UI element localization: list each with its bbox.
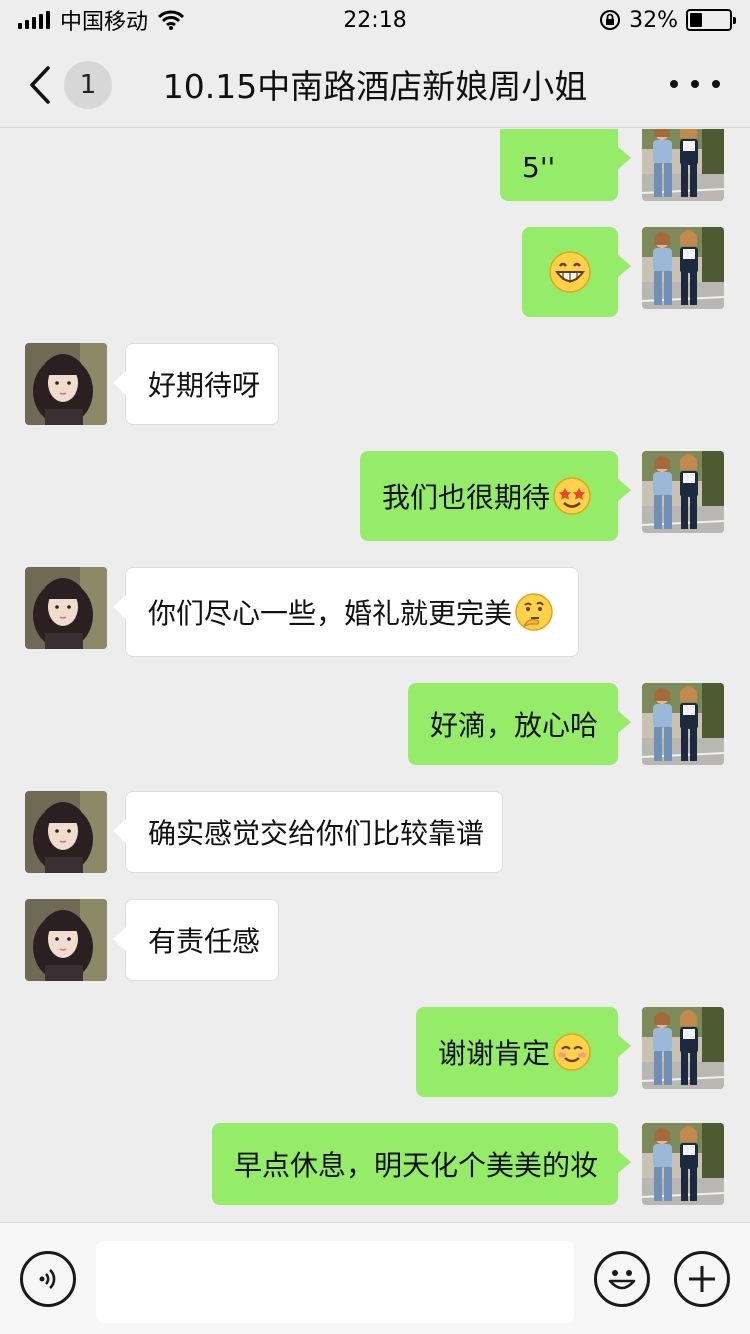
- voice-icon[interactable]: [20, 1251, 76, 1307]
- input-bar: [0, 1222, 750, 1334]
- blush-emoji-icon: [553, 1033, 591, 1071]
- carrier-label: 中国移动: [60, 10, 149, 35]
- battery-fill: [690, 13, 703, 27]
- orientation-lock-icon: [600, 10, 621, 30]
- message-bubble[interactable]: 谢谢肯定: [416, 1007, 631, 1097]
- message-bubble[interactable]: 好滴，放心哈: [408, 683, 631, 765]
- my-avatar[interactable]: [642, 451, 724, 533]
- wifi-icon: [158, 10, 185, 30]
- battery-percent: 32%: [629, 7, 678, 33]
- my-avatar[interactable]: [642, 1123, 724, 1205]
- my-avatar[interactable]: [642, 227, 724, 309]
- message-input[interactable]: [96, 1241, 574, 1323]
- my-avatar[interactable]: [642, 683, 724, 765]
- my-avatar[interactable]: [642, 1007, 724, 1089]
- chat-screen: 中国移动 22:18 32% 1 10.15中南路酒店新娘周小姐 5'' 好期待…: [0, 0, 750, 1334]
- message-text: 好期待呀: [148, 369, 261, 402]
- message-text: 我们也很期待: [382, 481, 551, 514]
- message-list[interactable]: 5'' 好期待呀 我们也很期待 你们尽心一些，婚礼就更完美 好滴，放心哈 确实感…: [0, 129, 750, 1222]
- message-bubble[interactable]: 好期待呀: [113, 343, 279, 425]
- more-icon[interactable]: [670, 66, 720, 102]
- grin-emoji-icon: [549, 251, 591, 293]
- signal-icon: [18, 11, 50, 29]
- status-bar: 中国移动 22:18 32%: [0, 0, 750, 40]
- message-text: 好滴，放心哈: [430, 709, 599, 742]
- my-avatar[interactable]: [642, 129, 724, 201]
- plus-icon[interactable]: [674, 1251, 730, 1307]
- message-bubble[interactable]: 你们尽心一些，婚礼就更完美: [113, 567, 579, 657]
- chat-title: 10.15中南路酒店新娘周小姐: [162, 67, 588, 106]
- nav-bar: 1 10.15中南路酒店新娘周小姐: [0, 40, 750, 128]
- battery-icon: [686, 9, 736, 31]
- message-text: 你们尽心一些，婚礼就更完美: [148, 597, 513, 630]
- message-bubble[interactable]: 5'': [500, 129, 631, 201]
- thinking-emoji-icon: [515, 593, 553, 631]
- message-bubble[interactable]: 我们也很期待: [360, 451, 631, 541]
- back-chevron-icon: [30, 66, 50, 104]
- message-text: 早点休息，明天化个美美的妆: [234, 1149, 599, 1182]
- contact-avatar[interactable]: [25, 899, 107, 981]
- status-left: 中国移动: [18, 4, 599, 36]
- contact-avatar[interactable]: [25, 343, 107, 425]
- message-bubble[interactable]: 早点休息，明天化个美美的妆: [212, 1123, 631, 1205]
- emoji-icon[interactable]: [594, 1251, 650, 1307]
- contact-avatar[interactable]: [25, 567, 107, 649]
- status-right: 32%: [599, 7, 736, 33]
- message-bubble[interactable]: 有责任感: [113, 899, 279, 981]
- message-text: 谢谢肯定: [438, 1037, 551, 1070]
- contact-avatar[interactable]: [25, 791, 107, 873]
- message-text: 确实感觉交给你们比较靠谱: [148, 817, 485, 850]
- message-bubble[interactable]: [522, 227, 631, 317]
- unread-count-badge: 1: [64, 61, 112, 109]
- message-text: 5'': [522, 150, 556, 184]
- back-button[interactable]: 1: [28, 61, 118, 109]
- message-bubble[interactable]: 确实感觉交给你们比较靠谱: [113, 791, 503, 873]
- message-text: 有责任感: [148, 925, 261, 958]
- star-struck-emoji-icon: [553, 477, 591, 515]
